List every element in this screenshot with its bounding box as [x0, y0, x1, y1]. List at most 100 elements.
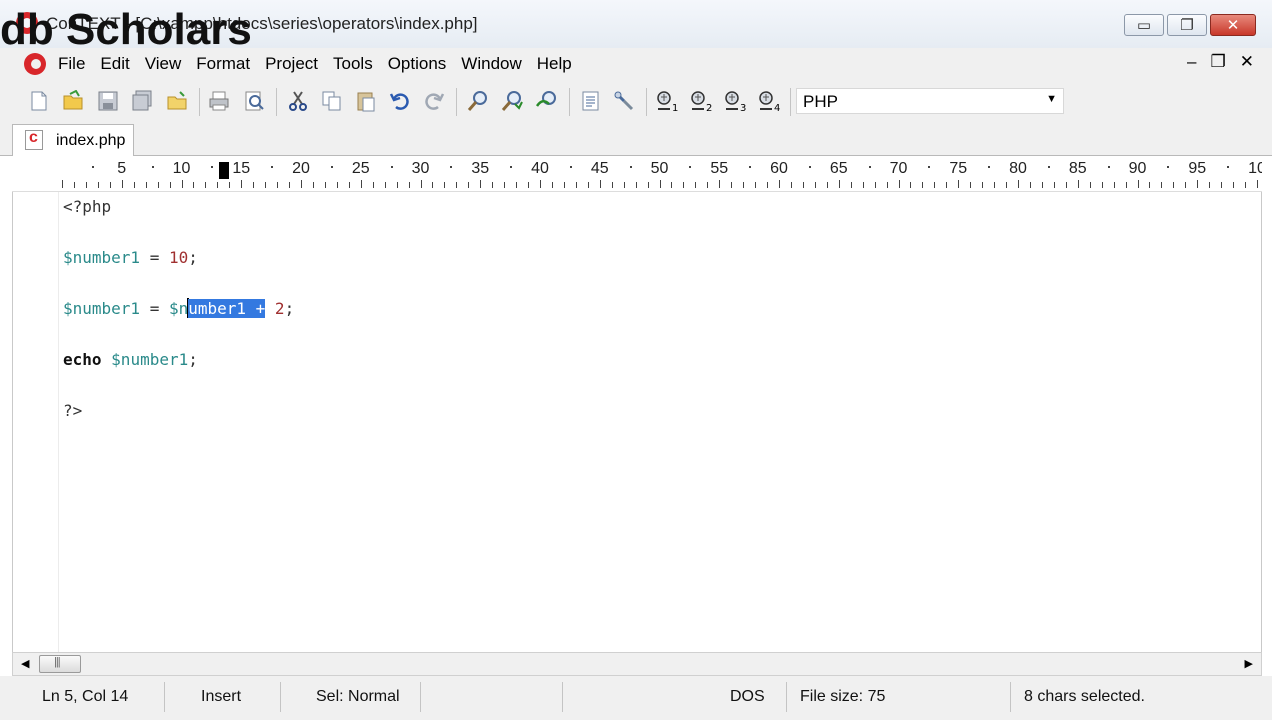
scrollbar-thumb[interactable]: [39, 655, 81, 673]
tools-icon[interactable]: [613, 90, 635, 112]
statement-end: ;: [188, 248, 198, 267]
ruler-tick: [205, 182, 207, 188]
tab-index-php[interactable]: index.php: [12, 124, 134, 156]
scroll-left-icon[interactable]: ◀: [21, 657, 29, 670]
menu-project[interactable]: Project: [265, 54, 318, 74]
save-icon[interactable]: [97, 90, 119, 112]
menu-tools[interactable]: Tools: [333, 54, 373, 74]
ruler-tick: [1077, 180, 1079, 188]
menu-file[interactable]: File: [58, 54, 85, 74]
ruler-tick: [348, 182, 350, 188]
ruler-label: 10: [172, 160, 191, 177]
save-all-icon[interactable]: [131, 90, 153, 112]
redo-icon[interactable]: [423, 90, 445, 112]
assign-operator: =: [140, 299, 169, 318]
status-separator: [280, 682, 281, 712]
number-token: 10: [168, 248, 189, 267]
open-file-icon[interactable]: [62, 90, 84, 112]
menu-edit[interactable]: Edit: [100, 54, 129, 74]
close-icon: ✕: [1226, 17, 1240, 34]
toolbar-separator: [646, 88, 647, 116]
undo-icon[interactable]: [389, 90, 411, 112]
scroll-right-icon[interactable]: ▶: [1245, 657, 1253, 670]
variable-token: $number1: [63, 248, 141, 267]
ruler-tick: [372, 182, 374, 188]
ruler-tick: [587, 182, 589, 188]
ruler-tick: [1101, 182, 1103, 188]
ruler-dot: [330, 166, 333, 168]
ruler-tick: [432, 182, 434, 188]
menu-format[interactable]: Format: [196, 54, 250, 74]
user-command-2-icon[interactable]: 2: [689, 90, 715, 112]
keyword-echo: echo: [63, 350, 102, 369]
cut-icon[interactable]: [287, 90, 309, 112]
copy-icon[interactable]: [321, 90, 343, 112]
document-minimize-button[interactable]: –: [1187, 52, 1196, 72]
replace-icon[interactable]: [535, 90, 557, 112]
svg-text:3: 3: [740, 103, 746, 112]
open-folder-icon[interactable]: [166, 90, 188, 112]
ruler-tick: [946, 182, 948, 188]
ruler-dot: [629, 166, 632, 168]
php-close-tag: ?>: [63, 401, 83, 420]
ruler-tick: [886, 182, 888, 188]
ruler-tick: [1006, 182, 1008, 188]
menu-help[interactable]: Help: [537, 54, 572, 74]
close-button[interactable]: ✕: [1210, 14, 1256, 36]
tab-strip: index.php: [0, 122, 1272, 156]
ruler-tick: [1089, 182, 1091, 188]
ruler-dot: [510, 166, 513, 168]
maximize-button[interactable]: ❐: [1167, 14, 1207, 36]
ruler-dot: [868, 166, 871, 168]
variable-token: $number1: [63, 299, 141, 318]
paste-icon[interactable]: [355, 90, 377, 112]
ruler-tick: [767, 182, 769, 188]
print-icon[interactable]: [208, 90, 230, 112]
menu-options[interactable]: Options: [388, 54, 447, 74]
ruler-tick: [540, 180, 541, 188]
menu-window[interactable]: Window: [461, 54, 521, 74]
horizontal-scrollbar[interactable]: ◀ ▶: [12, 652, 1262, 676]
find-next-icon[interactable]: [501, 90, 523, 112]
ruler-tick: [874, 182, 876, 188]
ruler-label: 15: [232, 160, 251, 177]
ruler-tick: [504, 182, 506, 188]
ruler-tick: [551, 182, 553, 188]
ruler-tick: [1018, 180, 1019, 188]
document-close-button[interactable]: ✕: [1240, 52, 1254, 72]
ruler-tick: [563, 182, 565, 188]
ruler-dot: [1107, 166, 1110, 168]
ruler-tick: [1065, 182, 1067, 188]
svg-text:1: 1: [672, 103, 678, 112]
ruler-tick: [289, 182, 291, 188]
find-icon[interactable]: [467, 90, 489, 112]
new-file-icon[interactable]: [28, 90, 50, 112]
user-command-1-icon[interactable]: 1: [655, 90, 681, 112]
print-preview-icon[interactable]: [243, 90, 265, 112]
toolbar-separator: [790, 88, 791, 116]
ruler-dot: [211, 166, 214, 168]
ruler-tick: [994, 182, 996, 188]
ruler-tick: [635, 182, 637, 188]
ruler-tick: [683, 182, 685, 188]
ruler-tick: [97, 182, 99, 188]
document-properties-icon[interactable]: [580, 90, 602, 112]
document-menu-icon[interactable]: [24, 53, 46, 75]
user-command-4-icon[interactable]: 4: [757, 90, 783, 112]
document-restore-button[interactable]: ❐: [1211, 52, 1226, 72]
status-insert-mode: Insert: [201, 688, 242, 705]
ruler-tick: [659, 180, 661, 188]
code-editor[interactable]: <?php $number1 = 10; $number1 = $number1…: [12, 192, 1262, 652]
ruler-tick: [719, 180, 721, 188]
ruler-tick: [492, 182, 494, 188]
editor-gutter: [13, 192, 59, 652]
ruler-label: 90: [1128, 160, 1147, 177]
menu-view[interactable]: View: [145, 54, 182, 74]
language-select[interactable]: PHP ▼: [796, 88, 1064, 114]
svg-text:4: 4: [774, 103, 780, 112]
ruler-label: 60: [770, 160, 788, 177]
user-command-3-icon[interactable]: 3: [723, 90, 749, 112]
ruler-tick: [1053, 182, 1055, 188]
minimize-button[interactable]: ▭: [1124, 14, 1164, 36]
ruler-label: 10: [1248, 160, 1262, 177]
